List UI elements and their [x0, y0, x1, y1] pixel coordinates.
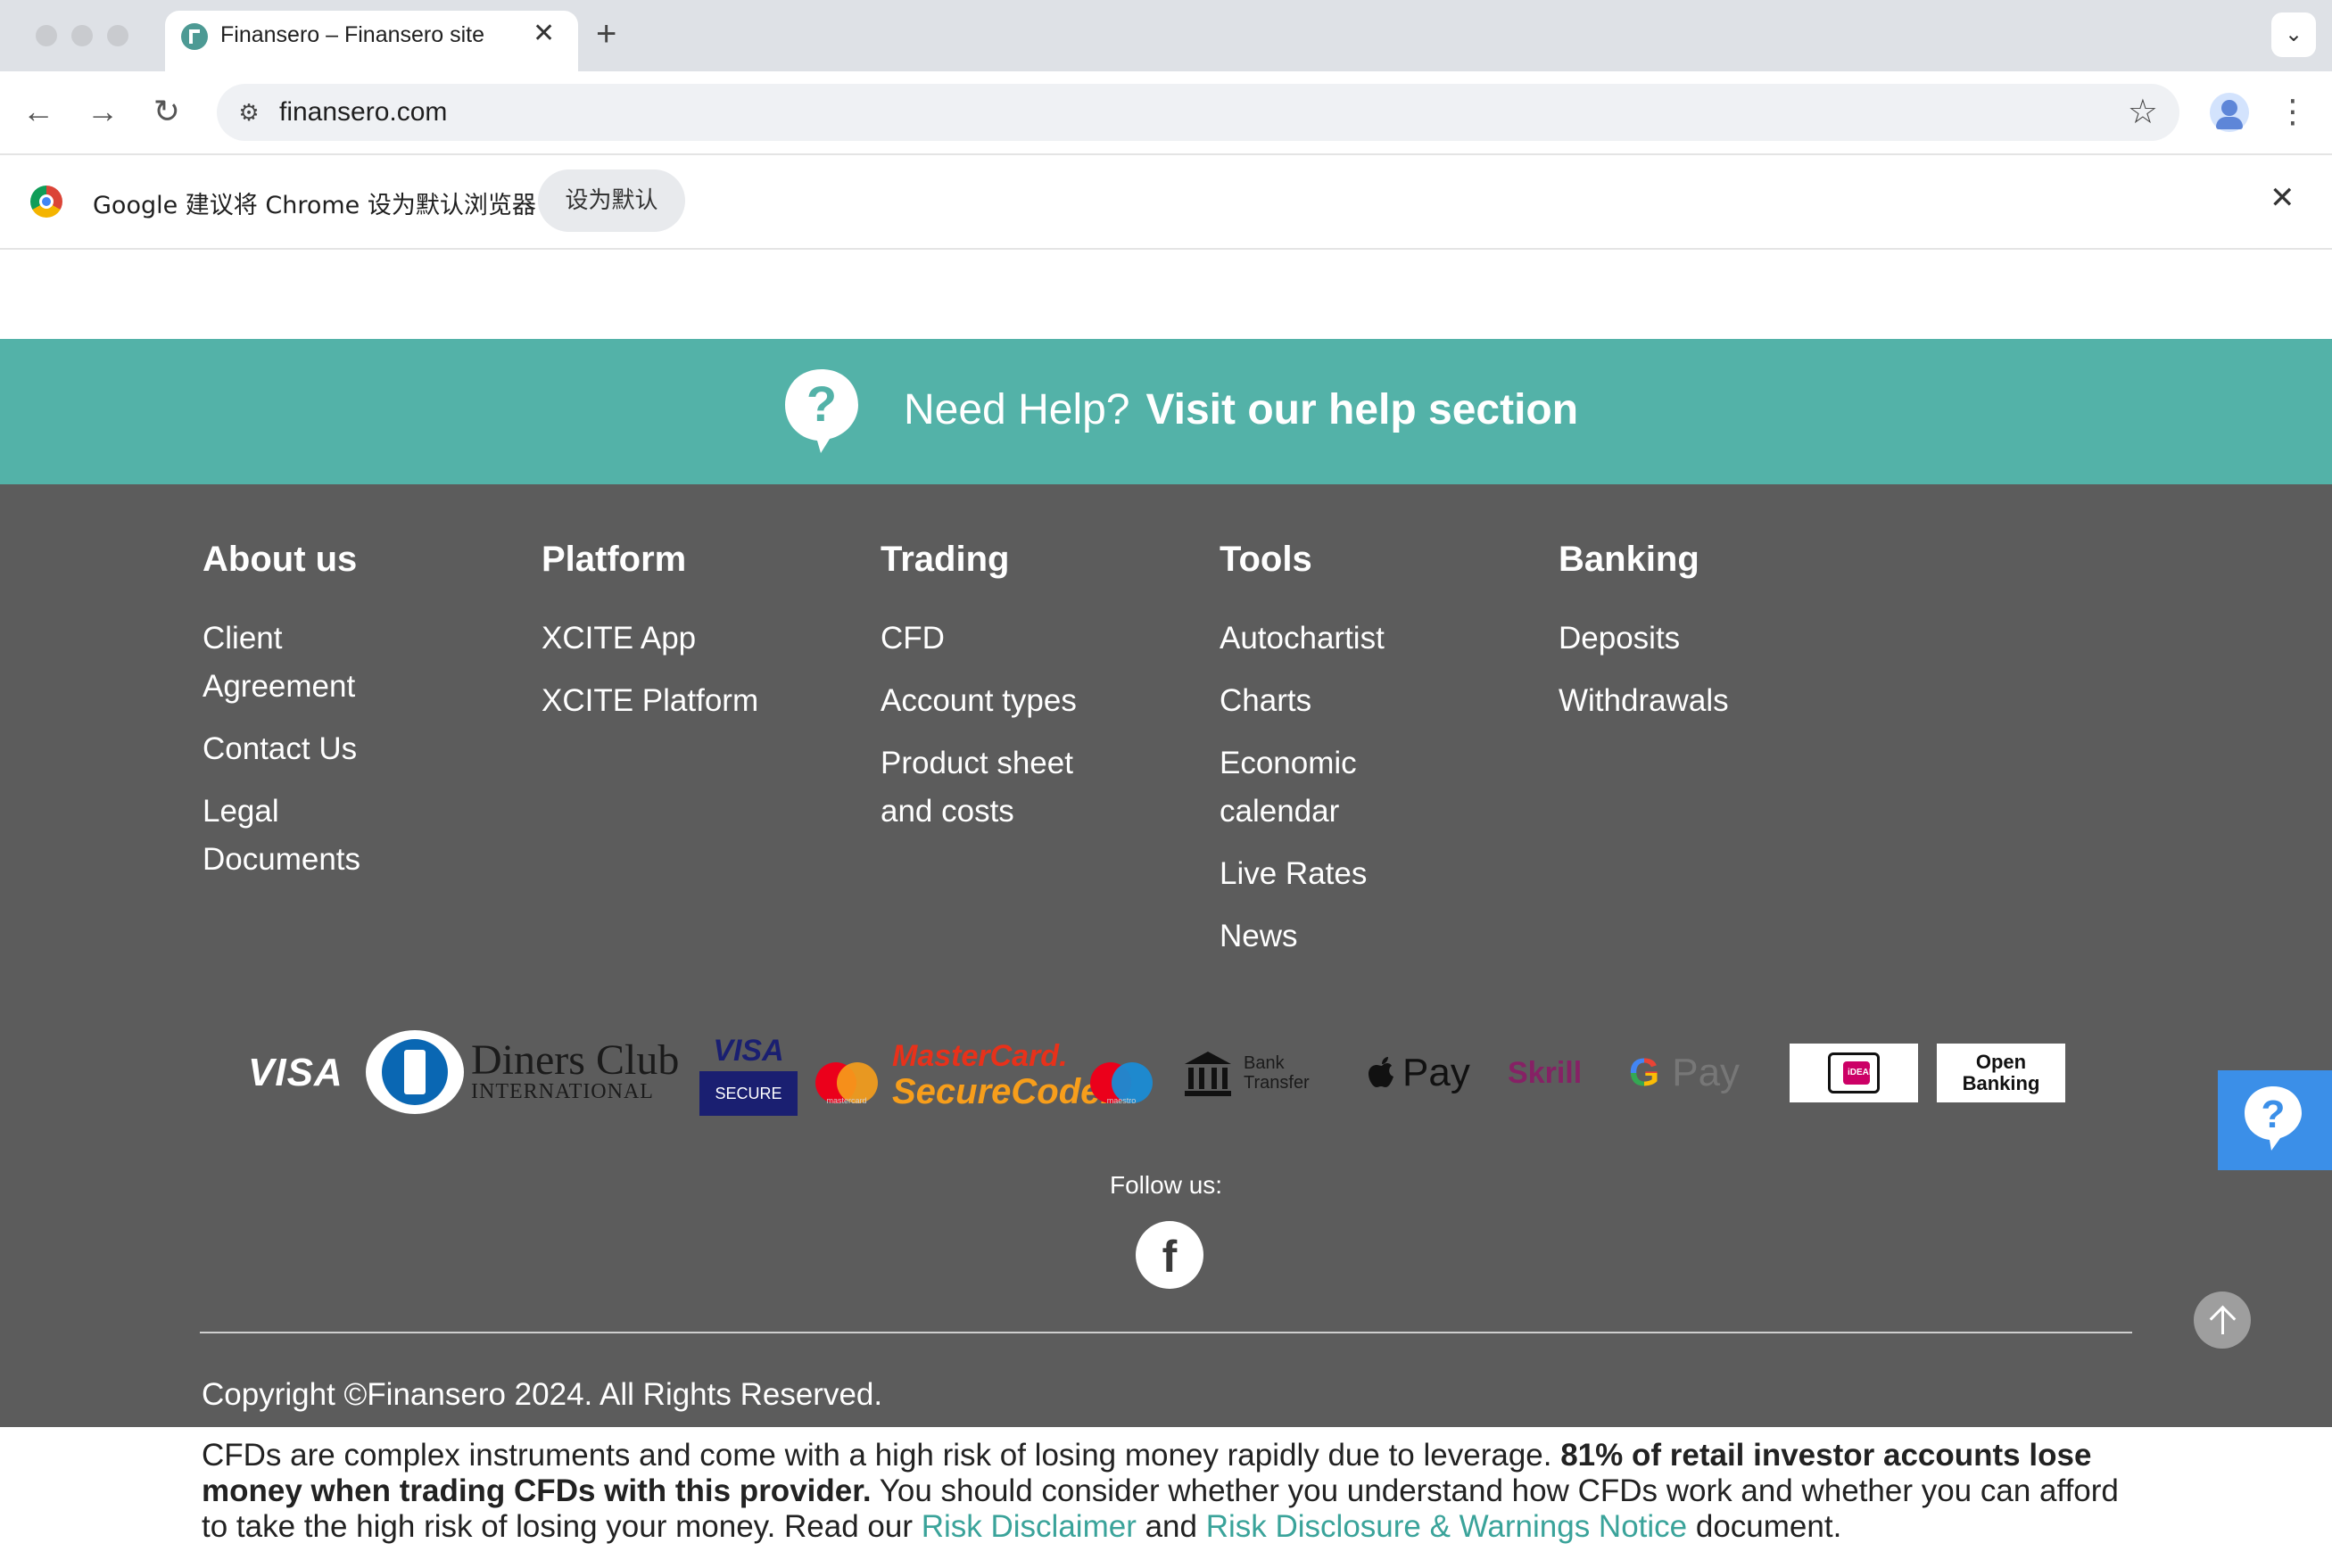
risk-disclosure-link[interactable]: Risk Disclosure & Warnings Notice	[1206, 1509, 1687, 1544]
browser-toolbar: ← → ↻ ⚙ finansero.com ☆ ⋮	[0, 71, 2332, 155]
bank-building-icon	[1185, 1052, 1231, 1096]
window-close-dot[interactable]	[36, 25, 57, 46]
payment-methods: VISA Diners Club INTERNATIONAL VISA SECU…	[0, 1019, 2332, 1126]
footer-divider	[200, 1332, 2132, 1333]
footer-column-about: About us Client Agreement Contact Us Leg…	[203, 538, 506, 898]
footer-column-trading: Trading CFD Account types Product sheet …	[881, 538, 1184, 850]
copyright-text: Copyright ©Finansero 2024. All Rights Re…	[202, 1377, 883, 1412]
footer-link-xcite-platform[interactable]: XCITE Platform	[542, 677, 845, 725]
browser-menu-icon[interactable]: ⋮	[2277, 89, 2309, 134]
window-minimize-dot[interactable]	[71, 25, 93, 46]
mastercard-logo: mastercard	[815, 1052, 878, 1114]
footer-heading: Tools	[1220, 540, 1312, 579]
question-bubble-icon: ?	[785, 369, 858, 453]
footer-heading: About us	[203, 540, 358, 579]
default-browser-infobar: Google 建议将 Chrome 设为默认浏览器 设为默认 ✕	[0, 155, 2332, 250]
visa-secure-logo: VISA SECURE	[699, 1030, 798, 1116]
footer-link-charts[interactable]: Charts	[1220, 677, 1523, 725]
diners-club-logo: Diners Club INTERNATIONAL	[366, 1030, 679, 1114]
footer-link-withdrawals[interactable]: Withdrawals	[1559, 677, 1862, 725]
infobar-message: Google 建议将 Chrome 设为默认浏览器	[93, 192, 536, 219]
footer-link-product-sheet[interactable]: Product sheet and costs	[881, 739, 1112, 836]
url-text[interactable]: finansero.com	[279, 96, 447, 128]
footer-link-cfd[interactable]: CFD	[881, 615, 1184, 663]
tab-close-icon[interactable]: ✕	[533, 18, 555, 50]
footer-heading: Banking	[1559, 540, 1699, 579]
floating-help-button[interactable]: ?	[2218, 1070, 2332, 1170]
footer-heading: Trading	[881, 540, 1010, 579]
footer-link-autochartist[interactable]: Autochartist	[1220, 615, 1523, 663]
footer-column-tools: Tools Autochartist Charts Economic calen…	[1220, 538, 1523, 975]
site-favicon-icon	[181, 23, 208, 50]
google-pay-logo: G Pay	[1629, 1051, 1741, 1094]
footer-link-news[interactable]: News	[1220, 912, 1523, 961]
browser-tab-active[interactable]: Finansero – Finansero site ✕	[165, 11, 578, 71]
window-zoom-dot[interactable]	[107, 25, 128, 46]
help-banner: ? Need Help? Visit our help section	[0, 339, 2332, 484]
tab-title: Finansero – Finansero site	[220, 22, 484, 47]
site-info-icon[interactable]: ⚙	[233, 96, 265, 128]
browser-tabstrip: Finansero – Finansero site ✕ + ⌄	[0, 0, 2332, 71]
set-default-button[interactable]: 设为默认	[538, 169, 685, 232]
tab-search-button[interactable]: ⌄	[2271, 12, 2316, 57]
footer-link-live-rates[interactable]: Live Rates	[1220, 850, 1523, 898]
mastercard-securecode-logo: MasterCard. SecureCode.	[892, 1039, 1111, 1111]
risk-warning: CFDs are complex instruments and come wi…	[0, 1427, 2332, 1568]
footer-link-xcite-app[interactable]: XCITE App	[542, 615, 845, 663]
footer-heading: Platform	[542, 540, 687, 579]
new-tab-button[interactable]: +	[596, 12, 616, 55]
bank-transfer-logo: Bank Transfer	[1183, 1046, 1310, 1100]
risk-disclaimer-link[interactable]: Risk Disclaimer	[922, 1509, 1137, 1544]
help-lead-text: Need Help?	[904, 386, 1130, 433]
footer-link-contact-us[interactable]: Contact Us	[203, 725, 506, 773]
svg-text:?: ?	[2262, 1093, 2286, 1136]
risk-warning-text: CFDs are complex instruments and come wi…	[202, 1438, 2119, 1544]
footer-link-legal-documents[interactable]: Legal Documents	[203, 788, 381, 884]
address-bar[interactable]: ⚙ finansero.com ☆	[217, 84, 2179, 141]
infobar-close-icon[interactable]: ✕	[2270, 180, 2295, 216]
open-banking-logo: Open Banking	[1937, 1044, 2065, 1102]
apple-pay-logo: Pay	[1367, 1046, 1470, 1100]
diners-club-icon	[366, 1030, 464, 1114]
forward-button[interactable]: →	[80, 89, 125, 134]
visa-logo: VISA	[248, 1051, 343, 1094]
back-button[interactable]: ←	[16, 89, 61, 134]
footer-link-deposits[interactable]: Deposits	[1559, 615, 1862, 663]
skrill-logo: Skrill	[1508, 1055, 1583, 1090]
svg-text:?: ?	[806, 375, 837, 432]
facebook-icon[interactable]: f	[1136, 1221, 1203, 1289]
footer-link-account-types[interactable]: Account types	[881, 677, 1184, 725]
reload-button[interactable]: ↻	[145, 89, 189, 134]
bookmark-star-icon[interactable]: ☆	[2128, 93, 2158, 132]
help-section-link[interactable]: Visit our help section	[1146, 386, 1579, 433]
follow-us-label: Follow us:	[1110, 1171, 1223, 1199]
profile-avatar-icon[interactable]	[2210, 93, 2249, 132]
ideal-logo: iDEAL	[1790, 1044, 1918, 1102]
chrome-logo-icon	[30, 186, 62, 218]
footer-column-banking: Banking Deposits Withdrawals	[1559, 538, 1862, 739]
footer-link-client-agreement[interactable]: Client Agreement	[203, 615, 381, 711]
footer-link-economic-calendar[interactable]: Economic calendar	[1220, 739, 1398, 836]
site-footer: About us Client Agreement Contact Us Leg…	[0, 484, 2332, 1427]
help-message: Need Help? Visit our help section	[904, 385, 1578, 435]
apple-icon	[1369, 1057, 1393, 1087]
maestro-logo: maestro	[1090, 1052, 1153, 1114]
ideal-icon: iDEAL	[1828, 1052, 1880, 1093]
scroll-to-top-button[interactable]	[2194, 1292, 2251, 1349]
question-bubble-icon: ?	[2245, 1086, 2302, 1151]
footer-column-platform: Platform XCITE App XCITE Platform	[542, 538, 845, 739]
